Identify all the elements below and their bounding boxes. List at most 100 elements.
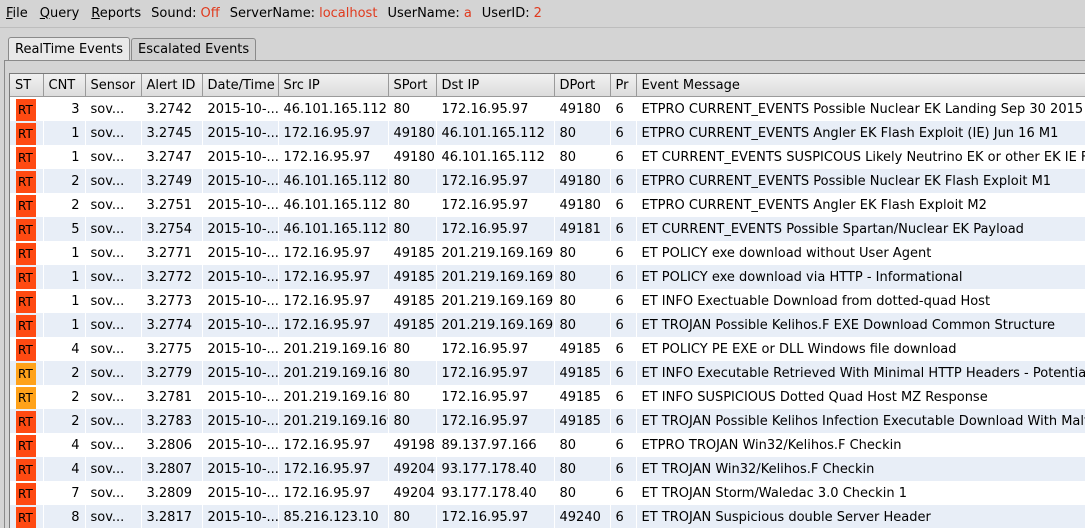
dst-ip-cell: 89.137.97.166 xyxy=(436,433,554,457)
sensor-cell: sov... xyxy=(85,145,141,169)
col-header-event-message[interactable]: Event Message xyxy=(636,74,1085,97)
st-cell: RT xyxy=(10,241,43,265)
event-message-cell: ET TROJAN Suspicious double Server Heade… xyxy=(636,505,1085,528)
menu-file[interactable]: File xyxy=(6,6,28,21)
tab-escalated-events[interactable]: Escalated Events xyxy=(131,38,256,60)
dst-ip-cell: 172.16.95.97 xyxy=(436,169,554,193)
event-message-cell: ETPRO CURRENT_EVENTS Angler EK Flash Exp… xyxy=(636,193,1085,217)
user-name-label: UserName: xyxy=(387,6,459,21)
st-cell: RT xyxy=(10,169,43,193)
cnt-cell: 1 xyxy=(43,145,85,169)
src-ip-cell: 201.219.169.169 xyxy=(278,409,388,433)
table-row[interactable]: RT1sov...3.27452015-10-...172.16.95.9749… xyxy=(10,121,1085,145)
table-row[interactable]: RT2sov...3.27812015-10-...201.219.169.16… xyxy=(10,385,1085,409)
sensor-cell: sov... xyxy=(85,481,141,505)
menu-reports[interactable]: Reports xyxy=(91,6,141,21)
date-time-cell: 2015-10-... xyxy=(202,361,278,385)
src-ip-cell: 46.101.165.112 xyxy=(278,193,388,217)
date-time-cell: 2015-10-... xyxy=(202,385,278,409)
cnt-cell: 4 xyxy=(43,457,85,481)
tab-realtime-events[interactable]: RealTime Events xyxy=(8,37,130,60)
col-header-sport[interactable]: SPort xyxy=(388,74,436,97)
table-row[interactable]: RT1sov...3.27722015-10-...172.16.95.9749… xyxy=(10,265,1085,289)
table-row[interactable]: RT3sov...3.27422015-10-...46.101.165.112… xyxy=(10,97,1085,122)
st-cell: RT xyxy=(10,433,43,457)
dport-cell: 80 xyxy=(554,481,610,505)
col-header-date-time[interactable]: Date/Time xyxy=(202,74,278,97)
sound-label: Sound: xyxy=(151,6,196,21)
col-header-dst-ip[interactable]: Dst IP xyxy=(436,74,554,97)
pr-cell: 6 xyxy=(610,289,636,313)
sensor-cell: sov... xyxy=(85,169,141,193)
dst-ip-cell: 172.16.95.97 xyxy=(436,193,554,217)
sport-cell: 49185 xyxy=(388,289,436,313)
sport-cell: 80 xyxy=(388,361,436,385)
table-row[interactable]: RT1sov...3.27742015-10-...172.16.95.9749… xyxy=(10,313,1085,337)
pr-cell: 6 xyxy=(610,457,636,481)
dport-cell: 49180 xyxy=(554,97,610,122)
user-id-label: UserID: xyxy=(482,6,530,21)
date-time-cell: 2015-10-... xyxy=(202,145,278,169)
col-header-sensor[interactable]: Sensor xyxy=(85,74,141,97)
table-row[interactable]: RT2sov...3.27792015-10-...201.219.169.16… xyxy=(10,361,1085,385)
event-message-cell: ET POLICY exe download via HTTP - Inform… xyxy=(636,265,1085,289)
event-message-cell: ETPRO CURRENT_EVENTS Possible Nuclear EK… xyxy=(636,97,1085,122)
table-row[interactable]: RT4sov...3.28062015-10-...172.16.95.9749… xyxy=(10,433,1085,457)
event-message-cell: ET INFO Exectuable Download from dotted-… xyxy=(636,289,1085,313)
table-row[interactable]: RT1sov...3.27732015-10-...172.16.95.9749… xyxy=(10,289,1085,313)
dport-cell: 80 xyxy=(554,313,610,337)
alert-id-cell: 3.2749 xyxy=(141,169,202,193)
cnt-cell: 1 xyxy=(43,313,85,337)
table-row[interactable]: RT4sov...3.28072015-10-...172.16.95.9749… xyxy=(10,457,1085,481)
sport-cell: 49185 xyxy=(388,265,436,289)
event-message-cell: ET POLICY PE EXE or DLL Windows file dow… xyxy=(636,337,1085,361)
col-header-src-ip[interactable]: Src IP xyxy=(278,74,388,97)
col-header-alert-id[interactable]: Alert ID xyxy=(141,74,202,97)
date-time-cell: 2015-10-... xyxy=(202,481,278,505)
pr-cell: 6 xyxy=(610,313,636,337)
src-ip-cell: 201.219.169.169 xyxy=(278,361,388,385)
col-header-st[interactable]: ST xyxy=(10,74,43,97)
col-header-cnt[interactable]: CNT xyxy=(43,74,85,97)
dport-cell: 49181 xyxy=(554,217,610,241)
table-row[interactable]: RT2sov...3.27512015-10-...46.101.165.112… xyxy=(10,193,1085,217)
date-time-cell: 2015-10-... xyxy=(202,289,278,313)
table-row[interactable]: RT2sov...3.27492015-10-...46.101.165.112… xyxy=(10,169,1085,193)
alert-id-cell: 3.2783 xyxy=(141,409,202,433)
table-row[interactable]: RT8sov...3.28172015-10-...85.216.123.108… xyxy=(10,505,1085,528)
dst-ip-cell: 172.16.95.97 xyxy=(436,385,554,409)
alert-id-cell: 3.2742 xyxy=(141,97,202,122)
menu-query[interactable]: Query xyxy=(40,6,80,21)
sport-cell: 49185 xyxy=(388,313,436,337)
events-table-container[interactable]: ST CNT Sensor Alert ID Date/Time Src IP … xyxy=(9,73,1085,528)
dst-ip-cell: 93.177.178.40 xyxy=(436,481,554,505)
sport-cell: 49185 xyxy=(388,241,436,265)
dst-ip-cell: 201.219.169.169 xyxy=(436,265,554,289)
table-row[interactable]: RT4sov...3.27752015-10-...201.219.169.16… xyxy=(10,337,1085,361)
table-row[interactable]: RT5sov...3.27542015-10-...46.101.165.112… xyxy=(10,217,1085,241)
event-message-cell: ETPRO TROJAN Win32/Kelihos.F Checkin xyxy=(636,433,1085,457)
col-header-dport[interactable]: DPort xyxy=(554,74,610,97)
st-cell: RT xyxy=(10,337,43,361)
date-time-cell: 2015-10-... xyxy=(202,121,278,145)
status-badge: RT xyxy=(16,363,36,385)
server-name-value: localhost xyxy=(319,6,377,21)
event-message-cell: ET CURRENT_EVENTS Possible Spartan/Nucle… xyxy=(636,217,1085,241)
status-badge: RT xyxy=(16,99,36,121)
event-message-cell: ETPRO CURRENT_EVENTS Angler EK Flash Exp… xyxy=(636,121,1085,145)
st-cell: RT xyxy=(10,457,43,481)
table-row[interactable]: RT2sov...3.27832015-10-...201.219.169.16… xyxy=(10,409,1085,433)
alert-id-cell: 3.2754 xyxy=(141,217,202,241)
dport-cell: 80 xyxy=(554,241,610,265)
st-cell: RT xyxy=(10,481,43,505)
date-time-cell: 2015-10-... xyxy=(202,97,278,122)
col-header-pr[interactable]: Pr xyxy=(610,74,636,97)
dport-cell: 49185 xyxy=(554,361,610,385)
sensor-cell: sov... xyxy=(85,217,141,241)
st-cell: RT xyxy=(10,289,43,313)
dport-cell: 80 xyxy=(554,145,610,169)
table-row[interactable]: RT1sov...3.27712015-10-...172.16.95.9749… xyxy=(10,241,1085,265)
table-row[interactable]: RT7sov...3.28092015-10-...172.16.95.9749… xyxy=(10,481,1085,505)
table-row[interactable]: RT1sov...3.27472015-10-...172.16.95.9749… xyxy=(10,145,1085,169)
cnt-cell: 2 xyxy=(43,361,85,385)
